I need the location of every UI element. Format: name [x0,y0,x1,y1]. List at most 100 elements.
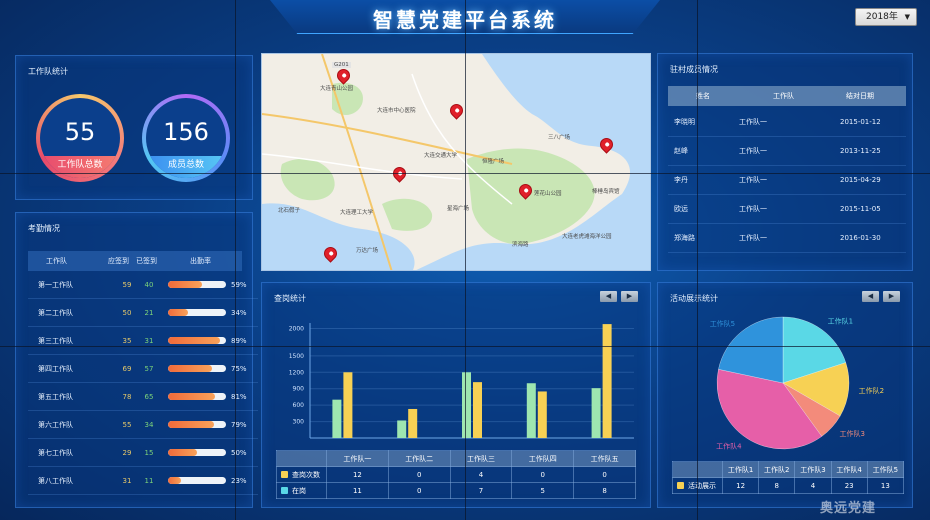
prev-button[interactable]: ◀ [862,291,879,302]
member-date: 2015-04-29 [840,176,881,184]
table-header-cell: 工作队五 [573,450,636,467]
attendance-bar [168,421,226,428]
check-data-table: 工作队一 工作队二 工作队三 工作队四 工作队五 查岗次数 12 0 4 0 0… [276,450,636,499]
table-header-cell: 工作队一 [326,450,389,467]
table-row[interactable]: 欧远 工作队一 2015-11-05 [668,195,906,224]
member-team: 工作队一 [739,118,767,126]
pie-label: 工作队4 [716,442,742,451]
team-name: 第五工作队 [38,393,73,401]
table-row: 第三工作队 35 31 89% [28,327,258,355]
year-select[interactable]: 2018年 ▼ [855,8,917,26]
screen-seam [465,0,466,520]
table-cell: 8 [573,482,636,499]
check-chart-title: 查岗统计 [274,294,306,303]
legend-label: 活动展示 [688,481,716,490]
attendance-rate: 34% [231,309,247,317]
map-label: 大连交通大学 [424,153,458,159]
table-cell: 4 [794,477,832,494]
table-cell: 23 [830,477,868,494]
y-tick-label: 2000 [289,325,304,332]
member-count-ring: 156 成员总数 [142,94,230,182]
y-tick-label: 900 [293,386,305,393]
member-count-label: 成员总数 [146,156,226,178]
screen-seam [0,346,930,347]
table-row: 第六工作队 55 34 79% [28,411,258,439]
table-header-cell: 工作队4 [830,461,868,478]
prev-button[interactable]: ◀ [600,291,617,302]
check-bar-chart: 300 600 900 1200 1500 2000 [289,323,634,439]
map-label: 滨海路 [512,242,529,248]
next-button[interactable]: ▶ [621,291,638,302]
team-name: 第二工作队 [38,309,73,317]
table-cell: 13 [866,477,905,494]
table-cell: 11 [326,482,389,499]
bar-present [462,372,471,438]
table-header-row: 工作队1 工作队2 工作队3 工作队4 工作队5 [672,461,905,478]
header-team: 工作队 [46,257,67,265]
table-cell: 0 [511,466,575,483]
table-header-cell: 工作队1 [721,461,760,478]
members-header: 姓名 工作队 结对日期 [668,86,906,106]
map-label: 恒隆广场 [482,159,505,165]
table-row: 第一工作队 59 40 59% [28,271,258,299]
screen-seam [697,0,698,520]
table-row[interactable]: 李丹 工作队一 2015-04-29 [668,166,906,195]
team-name: 第七工作队 [38,449,73,457]
header-signed: 已签到 [136,257,157,265]
due-count: 31 [122,477,132,485]
activity-chart-panel: 活动展示统计 ◀ ▶ 工作队1 工作队2 工作队3 工作队4 工作队5 工作队1 工作队… [657,282,913,508]
year-select-value: 2018年 [866,12,898,22]
table-header-cell: 工作队三 [449,450,513,467]
bar-present [397,420,407,438]
attendance-bar-fill [168,309,188,316]
table-row[interactable]: 郑海路 工作队一 2016-01-30 [668,224,906,253]
attendance-bar-fill [168,421,214,428]
member-name: 郑海路 [674,234,695,242]
table-row[interactable]: 李晓明 工作队一 2015-01-12 [668,108,906,137]
header-team: 工作队 [773,92,794,100]
attendance-bar [168,309,226,316]
header-name: 姓名 [696,92,710,100]
bar-present [332,399,342,438]
map-label: 大连老虎滩海洋公园 [562,234,612,240]
next-button[interactable]: ▶ [883,291,900,302]
y-tick-label: 1200 [289,369,304,376]
table-cell: 4 [449,466,513,483]
member-name: 李晓明 [674,118,695,126]
table-row[interactable]: 赵峰 工作队一 2013-11-25 [668,137,906,166]
member-date: 2015-01-12 [840,118,881,126]
attendance-bar [168,337,226,344]
table-row: 第二工作队 50 21 34% [28,299,258,327]
chevron-down-icon: ▼ [904,13,910,21]
attendance-bar-fill [168,281,203,288]
signed-count: 31 [144,337,154,345]
team-count-ring: 55 工作队总数 [36,94,124,182]
map-view[interactable]: 大连青山公园 大连市中心医院 大连交通大学 恒隆广场 三八广场 大连理工大学 星… [261,53,651,271]
y-tick-label: 300 [293,419,305,426]
bar-checks [473,382,482,438]
attendance-bar [168,477,226,484]
attendance-rate: 79% [231,421,247,429]
member-name: 欧远 [674,205,688,213]
bar-present [526,383,536,438]
table-header-cell: 工作队2 [758,461,796,478]
member-team: 工作队一 [739,147,767,155]
legend-swatch [281,486,288,494]
screen-seam [235,0,236,520]
table-row: 在岗 11 0 7 5 8 [276,482,636,499]
pie-label: 工作队2 [859,386,884,395]
attendance-bar-fill [168,393,215,400]
legend-swatch [677,481,684,489]
map-label: 大连市中心医院 [377,108,416,114]
member-name: 李丹 [674,176,688,184]
y-tick-label: 600 [293,402,305,409]
attendance-title: 考勤情况 [28,224,60,233]
map-label: 大连青山公园 [320,86,354,92]
y-tick-label: 1500 [289,353,304,360]
bar-checks [343,372,353,438]
members-title: 驻村成员情况 [670,65,718,74]
bar-checks [537,391,547,438]
attendance-rate: 75% [231,365,247,373]
attendance-bar-fill [168,337,220,344]
bar-present [591,388,601,438]
